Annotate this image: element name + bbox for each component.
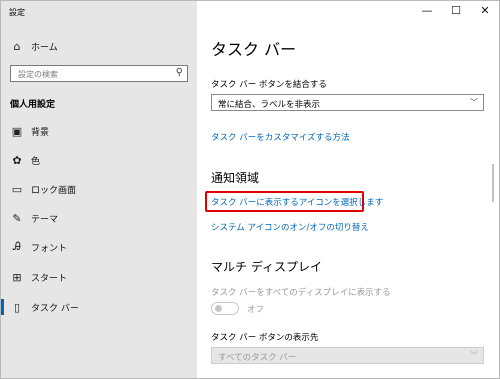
palette-icon: ✿ xyxy=(12,153,22,167)
system-icons-link[interactable]: システム アイコンのオン/オフの切り替え xyxy=(211,221,369,233)
page-title: タスク バー xyxy=(211,40,297,59)
button-display-value: すべてのタスク バー xyxy=(218,353,297,363)
taskbar-icon: ▯ xyxy=(13,300,21,314)
sidebar-item-label: タスク バー xyxy=(31,304,79,314)
multi-display-header: マルチ ディスプレイ xyxy=(211,260,322,274)
sidebar-item-home[interactable]: ⌂ ホーム xyxy=(1,34,197,58)
maximize-button[interactable]: ☐ xyxy=(442,1,470,19)
start-tiles-icon: ⊞ xyxy=(12,270,22,284)
scrollbar-thumb[interactable] xyxy=(492,164,494,202)
app-title: 設定 xyxy=(9,8,25,17)
sidebar-item-label: フォント xyxy=(31,244,68,254)
combine-value: 常に結合、ラベルを非表示 xyxy=(218,100,321,110)
toggle-knob xyxy=(215,305,222,312)
combine-dropdown[interactable]: 常に結合、ラベルを非表示 ﹀ xyxy=(211,94,484,111)
monitor-icon: ▭ xyxy=(11,182,23,196)
select-icons-link[interactable]: タスク バーに表示するアイコンを選択します xyxy=(211,196,383,208)
button-display-dropdown[interactable]: すべてのタスク バー ﹀ xyxy=(211,347,484,364)
show-all-displays-label: タスク バーをすべてのディスプレイに表示する xyxy=(211,288,391,298)
sidebar-item-background[interactable]: ▣ 背景 xyxy=(1,119,197,143)
sidebar-item-themes[interactable]: ✎ テーマ xyxy=(1,206,197,230)
section-header: 個人用設定 xyxy=(10,100,56,110)
active-indicator xyxy=(1,299,4,315)
sidebar-item-color[interactable]: ✿ 色 xyxy=(1,148,197,172)
customize-link[interactable]: タスク バーをカスタマイズする方法 xyxy=(211,131,349,143)
chevron-down-icon: ﹀ xyxy=(470,98,478,107)
button-display-label: タスク バー ボタンの表示先 xyxy=(211,333,319,343)
sidebar: 設定 ⌂ ホーム 設定の検索 ⚲ 個人用設定 ▣ 背景 ✿ 色 ▭ ロック画面 … xyxy=(1,1,197,378)
search-placeholder: 設定の検索 xyxy=(18,70,58,79)
sidebar-item-fonts[interactable]: Ꭿ フォント xyxy=(1,235,197,259)
sidebar-item-taskbar[interactable]: ▯ タスク バー xyxy=(1,295,197,319)
show-all-displays-toggle[interactable] xyxy=(211,302,239,315)
settings-window: 設定 ⌂ ホーム 設定の検索 ⚲ 個人用設定 ▣ 背景 ✿ 色 ▭ ロック画面 … xyxy=(0,0,500,379)
sidebar-item-lock-screen[interactable]: ▭ ロック画面 xyxy=(1,177,197,201)
main-panel: — ☐ ✕ タスク バー タスク バー ボタンを結合する 常に結合、ラベルを非表… xyxy=(197,1,499,378)
font-icon: Ꭿ xyxy=(13,240,21,253)
search-icon[interactable]: ⚲ xyxy=(176,67,183,78)
search-input[interactable]: 設定の検索 ⚲ xyxy=(10,65,188,82)
picture-icon: ▣ xyxy=(11,124,23,138)
theme-brush-icon: ✎ xyxy=(12,211,22,225)
sidebar-item-label: スタート xyxy=(31,274,68,284)
chevron-down-icon: ﹀ xyxy=(470,351,478,360)
close-button[interactable]: ✕ xyxy=(471,1,499,19)
sidebar-item-label: テーマ xyxy=(31,215,59,225)
sidebar-item-label: ロック画面 xyxy=(31,186,77,196)
sidebar-item-start[interactable]: ⊞ スタート xyxy=(1,265,197,289)
home-icon: ⌂ xyxy=(13,39,21,53)
notification-area-header: 通知領域 xyxy=(211,171,260,185)
combine-label: タスク バー ボタンを結合する xyxy=(211,80,327,90)
sidebar-item-label: ホーム xyxy=(31,43,58,53)
toggle-state-label: オフ xyxy=(247,305,265,315)
minimize-button[interactable]: — xyxy=(413,1,441,19)
sidebar-item-label: 色 xyxy=(31,157,41,167)
sidebar-item-label: 背景 xyxy=(31,128,50,138)
